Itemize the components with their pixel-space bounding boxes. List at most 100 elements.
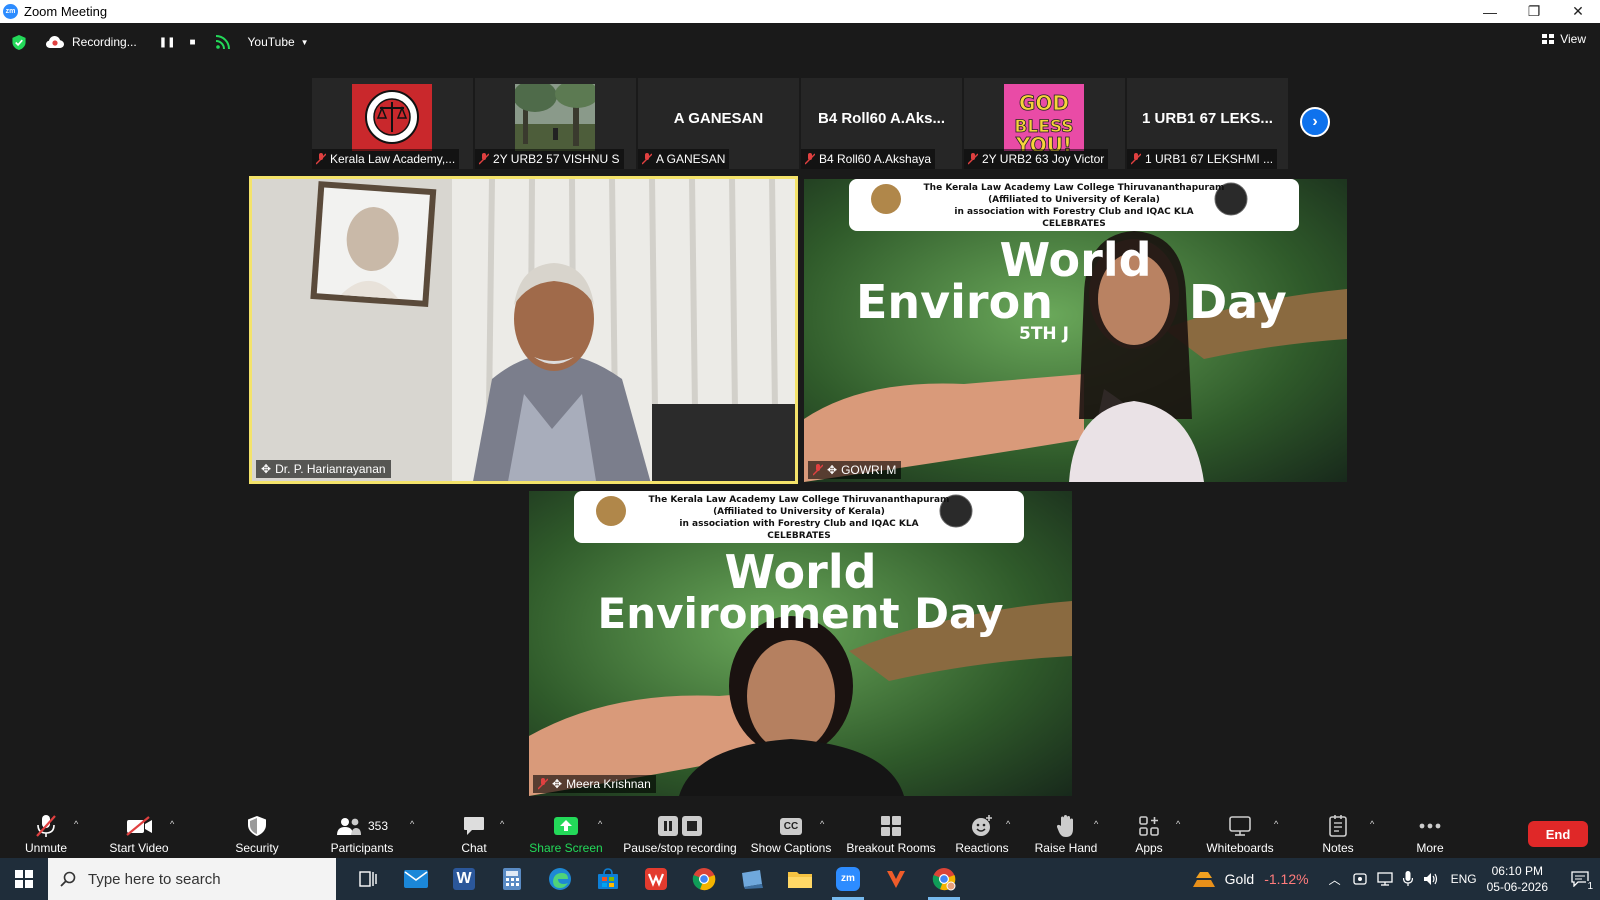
banner-line: CELEBRATES xyxy=(1042,219,1106,229)
minimize-button[interactable]: — xyxy=(1468,0,1512,23)
apps-button[interactable]: Apps xyxy=(1130,810,1168,858)
chevron-up-icon[interactable]: ^ xyxy=(1094,819,1098,829)
start-button[interactable] xyxy=(0,858,48,900)
notes-button[interactable]: Notes xyxy=(1320,810,1356,858)
live-stream-icon[interactable] xyxy=(215,35,230,49)
gold-price-widget[interactable]: Gold -1.12% xyxy=(1192,870,1309,888)
god-bless-you-image-icon: GOD BLESS YOU! xyxy=(1004,84,1084,151)
chevron-up-icon[interactable]: ^ xyxy=(1176,819,1180,829)
app-shortcut[interactable] xyxy=(728,858,776,900)
next-page-button[interactable]: › xyxy=(1300,107,1330,137)
more-button[interactable]: More xyxy=(1410,810,1450,858)
chevron-up-icon[interactable]: ^ xyxy=(1274,819,1278,829)
clock[interactable]: 06:10 PM 05-06-2026 xyxy=(1487,863,1548,895)
participant-thumb[interactable]: Kerala Law Academy,... xyxy=(312,78,473,169)
chrome-profile-app[interactable] xyxy=(920,858,968,900)
recording-indicator[interactable]: Recording... ❚❚ ■ xyxy=(46,35,196,49)
chevron-up-icon[interactable]: ^ xyxy=(820,819,824,829)
svg-text:GOD: GOD xyxy=(1019,91,1069,115)
speaker-volume-icon[interactable] xyxy=(1423,872,1439,886)
share-screen-icon xyxy=(554,817,578,835)
calculator-app[interactable] xyxy=(488,858,536,900)
participant-thumb[interactable]: B4 Roll60 A.Aks... B4 Roll60 A.Akshaya xyxy=(801,78,962,169)
mic-muted-icon xyxy=(642,153,652,165)
speaker-video-frame xyxy=(252,179,795,481)
share-screen-button[interactable]: Share Screen xyxy=(528,810,604,858)
security-shield-icon xyxy=(248,816,266,836)
breakout-rooms-button[interactable]: Breakout Rooms xyxy=(846,810,936,858)
start-video-button[interactable]: Start Video xyxy=(104,810,174,858)
microphone-icon[interactable] xyxy=(1402,871,1413,887)
chevron-up-icon[interactable]: ^ xyxy=(74,819,78,829)
brave-app[interactable] xyxy=(872,858,920,900)
share-screen-label: Share Screen xyxy=(529,841,603,855)
cloud-record-icon xyxy=(46,36,64,48)
participant-thumb[interactable]: 1 URB1 67 LEKS... 1 URB1 67 LEKSHMI ... xyxy=(1127,78,1288,169)
close-button[interactable]: ✕ xyxy=(1556,0,1600,23)
stream-target-dropdown[interactable]: YouTube ▼ xyxy=(248,35,309,49)
taskbar-search-box[interactable]: Type here to search xyxy=(48,858,336,900)
pause-stop-recording-button[interactable]: Pause/stop recording xyxy=(620,810,740,858)
chevron-up-icon[interactable]: ^ xyxy=(598,819,602,829)
notification-center-button[interactable]: 1 xyxy=(1560,858,1600,900)
chat-bubble-icon xyxy=(464,817,484,835)
grid-view-icon xyxy=(1542,34,1555,44)
edge-app[interactable] xyxy=(536,858,584,900)
encryption-shield-icon[interactable] xyxy=(12,34,26,50)
pause-recording-icon[interactable]: ❚❚ xyxy=(159,37,176,48)
unmute-button[interactable]: Unmute xyxy=(22,810,70,858)
banner-subtitle: Environ xyxy=(856,275,1053,329)
view-button[interactable]: View xyxy=(1542,32,1586,46)
task-view-button[interactable] xyxy=(344,858,392,900)
folder-icon xyxy=(788,872,812,888)
participants-button[interactable]: 353 Participants xyxy=(326,810,398,858)
chevron-up-icon[interactable]: ^ xyxy=(1006,819,1010,829)
security-label: Security xyxy=(235,841,279,855)
gallery-strip: Kerala Law Academy,... 2Y URB2 57 VISHNU… xyxy=(312,78,1290,169)
whiteboard-icon xyxy=(1229,816,1251,836)
apps-icon xyxy=(1139,816,1159,836)
video-tile-active-speaker[interactable]: ✥ Dr. P. Harianrayanan xyxy=(249,176,798,484)
word-app[interactable]: W xyxy=(440,858,488,900)
mail-app[interactable] xyxy=(392,858,440,900)
video-tile[interactable]: The Kerala Law Academy Law College Thiru… xyxy=(804,179,1347,482)
banner-subtitle: Environment Day xyxy=(597,589,1004,638)
wps-app[interactable] xyxy=(632,858,680,900)
video-off-icon xyxy=(126,816,152,836)
video-tile[interactable]: The Kerala Law Academy Law College Thiru… xyxy=(529,491,1072,796)
store-app[interactable] xyxy=(584,858,632,900)
zoom-app[interactable]: zm xyxy=(824,858,872,900)
participant-display-name: B4 Roll60 A.Aks... xyxy=(818,110,945,127)
wps-office-icon xyxy=(645,868,667,890)
chevron-up-icon[interactable]: ^ xyxy=(500,819,504,829)
participant-name: 2Y URB2 63 Joy Victor xyxy=(982,152,1105,166)
reactions-button[interactable]: Reactions xyxy=(952,810,1012,858)
chevron-up-icon[interactable]: ^ xyxy=(1370,819,1374,829)
chevron-up-icon[interactable]: ︿ xyxy=(1329,871,1341,888)
notes-icon xyxy=(1329,815,1347,837)
participant-thumb[interactable]: 2Y URB2 57 VISHNU S xyxy=(475,78,636,169)
restore-button[interactable]: ❐ xyxy=(1512,0,1556,23)
raise-hand-button[interactable]: Raise Hand xyxy=(1034,810,1098,858)
chat-button[interactable]: Chat xyxy=(458,810,490,858)
participant-thumb[interactable]: GOD BLESS YOU! 2Y URB2 63 Joy Victor xyxy=(964,78,1125,169)
file-explorer-app[interactable] xyxy=(776,858,824,900)
more-label: More xyxy=(1416,841,1444,855)
end-meeting-button[interactable]: End xyxy=(1528,821,1588,847)
input-language[interactable]: ENG xyxy=(1451,872,1477,886)
stop-recording-icon[interactable]: ■ xyxy=(189,37,195,48)
network-icon[interactable] xyxy=(1376,872,1393,886)
whiteboards-button[interactable]: Whiteboards xyxy=(1204,810,1276,858)
security-button[interactable]: Security xyxy=(232,810,282,858)
forest-photo-icon xyxy=(515,84,595,151)
chevron-up-icon[interactable]: ^ xyxy=(410,819,414,829)
participant-thumb[interactable]: A GANESAN A GANESAN xyxy=(638,78,799,169)
gold-bars-icon xyxy=(1192,872,1215,887)
chevron-up-icon[interactable]: ^ xyxy=(170,819,174,829)
meet-now-icon[interactable] xyxy=(1352,871,1367,887)
participant-name: Dr. P. Harianrayanan xyxy=(275,462,386,476)
show-captions-button[interactable]: CC Show Captions xyxy=(750,810,832,858)
mic-muted-icon xyxy=(316,153,326,165)
stream-target-label: YouTube xyxy=(247,35,295,49)
chrome-app[interactable] xyxy=(680,858,728,900)
